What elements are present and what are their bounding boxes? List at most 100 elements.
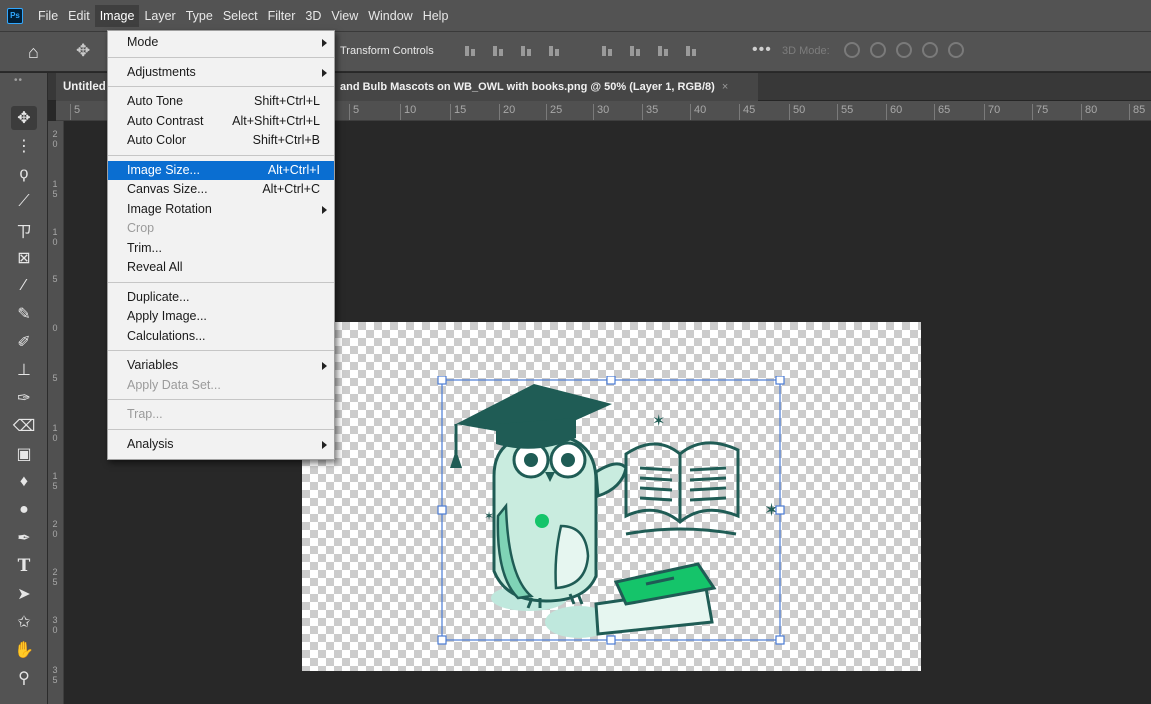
menu-filter[interactable]: Filter [263, 5, 301, 27]
menu-item-apply-image[interactable]: Apply Image... [108, 307, 334, 327]
eraser-tool-icon[interactable]: ⌫ [11, 414, 37, 438]
owl-figure-icon [492, 432, 628, 609]
distribute-icon[interactable] [684, 43, 700, 59]
gradient-tool-icon[interactable]: ▣ [11, 442, 37, 466]
photoshop-logo-icon[interactable]: Ps [7, 7, 23, 24]
ruler-tick: 5 [52, 675, 58, 685]
menu-item-auto-tone[interactable]: Auto Tone Shift+Ctrl+L [108, 92, 334, 112]
ruler-tick: 30 [593, 104, 609, 120]
vertical-ruler[interactable]: 2 0 1 5 1 0 5 0 5 1 0 1 5 2 0 2 5 3 0 3 … [48, 121, 64, 704]
more-options-icon[interactable]: ••• [752, 41, 772, 59]
submenu-arrow-icon [322, 205, 327, 214]
ruler-tick: 5 [52, 189, 58, 199]
menu-item-image-size[interactable]: Image Size... Alt+Ctrl+I [108, 160, 334, 180]
align-right-icon[interactable] [519, 43, 535, 59]
clone-stamp-tool-icon[interactable]: ⊥ [11, 358, 37, 382]
blur-tool-icon[interactable]: ♦ [11, 470, 37, 494]
crop-tool-icon[interactable]: ㄗ [11, 218, 37, 242]
menu-file[interactable]: File [33, 5, 63, 27]
eyedropper-tool-icon[interactable]: ⁄ [11, 274, 37, 298]
marquee-tool-icon[interactable]: ⋮ [11, 134, 37, 158]
shortcut-label: Alt+Shift+Ctrl+L [232, 113, 320, 128]
healing-brush-tool-icon[interactable]: ✎ [11, 302, 37, 326]
transform-handle[interactable] [775, 635, 785, 645]
menu-item-auto-color[interactable]: Auto Color Shift+Ctrl+B [108, 131, 334, 151]
menu-item-variables[interactable]: Variables [108, 356, 334, 376]
brush-tool-icon[interactable]: ✐ [11, 330, 37, 354]
move-tool-icon[interactable]: ✥ [11, 106, 37, 130]
ruler-tick: 2 [52, 129, 58, 139]
menu-item-calculations[interactable]: Calculations... [108, 327, 334, 347]
transform-handle[interactable] [437, 635, 447, 645]
menu-view[interactable]: View [326, 5, 363, 27]
menu-image[interactable]: Image [94, 4, 140, 27]
menu-3d[interactable]: 3D [300, 5, 326, 27]
transform-handle[interactable] [775, 376, 785, 385]
shortcut-label: Shift+Ctrl+B [252, 133, 320, 147]
menu-item-analysis[interactable]: Analysis [108, 435, 334, 455]
align-middle-v-icon[interactable] [628, 43, 644, 59]
path-selection-tool-icon[interactable]: ➤ [11, 582, 37, 606]
books-stack-icon [594, 562, 717, 636]
menu-type[interactable]: Type [181, 5, 218, 27]
move-options-icon[interactable]: ✥ [76, 41, 90, 61]
menu-item-trim[interactable]: Trim... [108, 239, 334, 259]
hand-tool-icon[interactable]: ✋ [11, 638, 37, 662]
3d-orbit-icon[interactable] [844, 42, 860, 58]
transform-handle[interactable] [775, 505, 785, 515]
dodge-tool-icon[interactable]: ● [11, 498, 37, 522]
menu-layer[interactable]: Layer [139, 5, 180, 27]
menu-item-adjustments[interactable]: Adjustments [108, 63, 334, 83]
tab-owl-document[interactable]: and Bulb Mascots on WB_OWL with books.pn… [334, 73, 758, 101]
panel-grip-icon[interactable]: •• [14, 75, 23, 86]
history-brush-tool-icon[interactable]: ✑ [11, 386, 37, 410]
photoshop-window: Ps File Edit Image Layer Type Select Fil… [0, 0, 1151, 704]
ruler-tick: 2 [52, 567, 58, 577]
ruler-tick: 5 [52, 577, 58, 587]
menu-item-duplicate[interactable]: Duplicate... [108, 288, 334, 308]
home-icon[interactable]: ⌂ [28, 42, 39, 63]
transform-handle[interactable] [606, 635, 616, 645]
transform-controls-label[interactable]: Transform Controls [340, 45, 434, 57]
align-left-icon[interactable] [463, 43, 479, 59]
menu-item-mode[interactable]: Mode [108, 33, 334, 53]
open-book-icon [624, 441, 740, 536]
menu-window[interactable]: Window [363, 5, 417, 27]
ruler-tick: 35 [642, 104, 658, 120]
3d-slide-icon[interactable] [922, 42, 938, 58]
3d-mode-label: 3D Mode: [782, 45, 830, 57]
3d-pan-icon[interactable] [896, 42, 912, 58]
sparkle-icon: ✶ [652, 411, 665, 430]
ruler-tick: 25 [546, 104, 562, 120]
owl-mascot-artwork[interactable]: ✶ ✶ ✶ [436, 376, 788, 646]
close-icon[interactable]: × [722, 81, 728, 93]
transform-handle[interactable] [437, 376, 447, 385]
ruler-tick: 5 [70, 104, 80, 120]
align-bottom-icon[interactable] [656, 43, 672, 59]
quick-selection-tool-icon[interactable]: ⟋ [11, 190, 37, 214]
menu-item-canvas-size[interactable]: Canvas Size... Alt+Ctrl+C [108, 180, 334, 200]
frame-tool-icon[interactable]: ⊠ [11, 246, 37, 270]
3d-roll-icon[interactable] [870, 42, 886, 58]
menu-separator [108, 350, 334, 351]
menu-item-reveal-all[interactable]: Reveal All [108, 258, 334, 278]
transform-handle[interactable] [606, 376, 616, 385]
pen-tool-icon[interactable]: ✒ [11, 526, 37, 550]
lasso-tool-icon[interactable]: ϙ [11, 162, 37, 186]
transform-handle[interactable] [437, 505, 447, 515]
3d-scale-icon[interactable] [948, 42, 964, 58]
ruler-tick: 5 [52, 481, 58, 491]
align-center-h-icon[interactable] [491, 43, 507, 59]
ruler-tick: 0 [52, 237, 58, 247]
menu-help[interactable]: Help [418, 5, 454, 27]
align-top-icon[interactable] [600, 43, 616, 59]
menu-select[interactable]: Select [218, 5, 263, 27]
zoom-tool-icon[interactable]: ⚲ [11, 666, 37, 690]
menu-item-auto-contrast[interactable]: Auto Contrast Alt+Shift+Ctrl+L [108, 112, 334, 132]
align-justify-icon[interactable] [547, 43, 563, 59]
submenu-arrow-icon [322, 68, 327, 77]
menu-item-image-rotation[interactable]: Image Rotation [108, 200, 334, 220]
menu-edit[interactable]: Edit [63, 5, 95, 27]
shape-tool-icon[interactable]: ✩ [11, 610, 37, 634]
type-tool-icon[interactable]: T [11, 554, 37, 578]
